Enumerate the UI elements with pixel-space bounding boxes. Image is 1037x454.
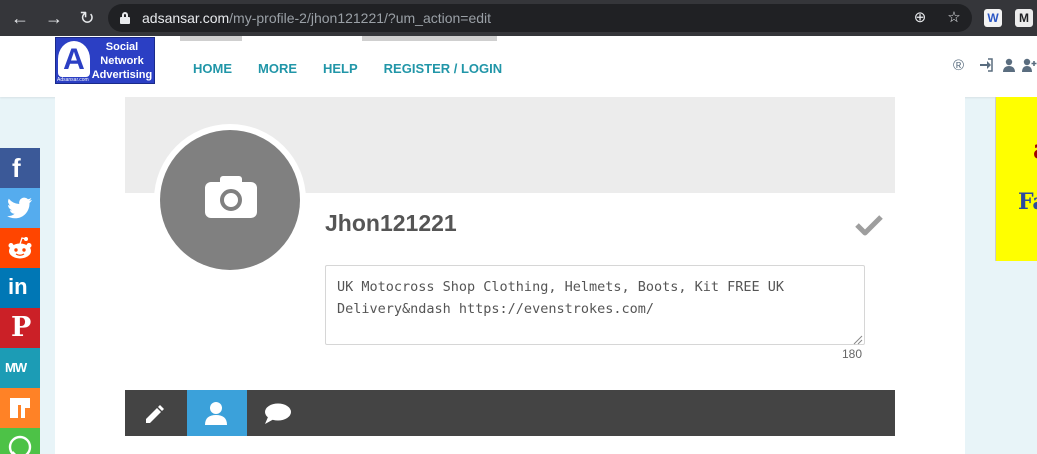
pinterest-icon: P: [11, 312, 32, 343]
comment-icon: [265, 403, 291, 424]
reload-icon[interactable]: ↻: [76, 7, 98, 29]
whatsapp-icon: [8, 435, 32, 454]
mix-share-button[interactable]: [0, 388, 40, 428]
facebook-share-button[interactable]: f: [0, 148, 40, 188]
pinterest-share-button[interactable]: P: [0, 308, 40, 348]
ad-text-line2: Fa: [1018, 189, 1037, 215]
menu-help[interactable]: HELP: [323, 61, 358, 76]
facebook-icon: f: [12, 153, 21, 183]
logo-subtitle: Adsansar.com: [57, 77, 89, 83]
browser-toolbar: ← → ↻ adsansar.com/my-profile-2/jhon1212…: [0, 0, 1037, 36]
checkmark-icon[interactable]: [855, 213, 883, 237]
profile-tab-bar: [125, 390, 895, 436]
profile-username: Jhon121221: [325, 210, 457, 236]
ad-text-line1: a: [1033, 135, 1037, 165]
registered-icon[interactable]: ®: [953, 57, 964, 74]
site-header: A Adsansar.com Social Network Advertisin…: [0, 36, 1037, 97]
back-arrow-icon[interactable]: ←: [9, 7, 31, 29]
forward-arrow-icon[interactable]: →: [43, 7, 65, 29]
add-circle-icon[interactable]: ⊕: [910, 8, 930, 28]
tab-comments[interactable]: [249, 390, 309, 436]
edit-icon: [146, 405, 164, 423]
menu-more[interactable]: MORE: [258, 61, 297, 76]
bio-textarea[interactable]: UK Motocross Shop Clothing, Helmets, Boo…: [325, 265, 865, 345]
user-account-icon[interactable]: [1003, 58, 1015, 76]
menu-register-login[interactable]: REGISTER / LOGIN: [384, 61, 502, 76]
logo-letter: A: [58, 41, 90, 77]
linkedin-share-button[interactable]: in: [0, 268, 40, 308]
linkedin-icon: in: [8, 274, 28, 299]
tab-profile[interactable]: [187, 390, 247, 436]
user-icon: [205, 402, 227, 425]
site-logo[interactable]: A Adsansar.com Social Network Advertisin…: [55, 37, 155, 84]
nav-decoration: [362, 36, 497, 41]
twitter-share-button[interactable]: [0, 188, 40, 228]
main-menu: HOME MORE HELP REGISTER / LOGIN: [193, 61, 528, 76]
m-extension-icon[interactable]: M: [1015, 9, 1033, 27]
reddit-icon: [8, 237, 32, 259]
twitter-icon: [7, 197, 32, 219]
whatsapp-share-button[interactable]: [0, 428, 40, 454]
add-user-icon[interactable]: [1022, 58, 1037, 76]
mewe-share-button[interactable]: MW: [0, 348, 40, 388]
tab-edit[interactable]: [125, 390, 185, 436]
star-icon[interactable]: ☆: [944, 8, 964, 28]
url-text: adsansar.com/my-profile-2/jhon121221/?um…: [142, 10, 491, 26]
login-icon[interactable]: [979, 58, 993, 76]
url-domain: adsansar.com: [142, 10, 230, 26]
mewe-icon: MW: [5, 360, 27, 375]
wordpress-extension-icon[interactable]: W: [984, 9, 1002, 27]
url-path: /my-profile-2/jhon121221/?um_action=edit: [229, 10, 492, 26]
nav-decoration: [180, 36, 242, 41]
address-bar[interactable]: adsansar.com/my-profile-2/jhon121221/?um…: [108, 4, 972, 32]
lock-icon: [120, 12, 130, 24]
reddit-share-button[interactable]: [0, 228, 40, 268]
menu-home[interactable]: HOME: [193, 61, 232, 76]
logo-text: Social Network Advertising: [91, 41, 153, 81]
character-count: 180: [842, 347, 863, 361]
resize-handle-icon[interactable]: [852, 332, 863, 345]
mix-icon: [10, 398, 30, 418]
advertisement-banner[interactable]: a Fa: [995, 97, 1037, 261]
camera-icon[interactable]: [205, 176, 257, 218]
